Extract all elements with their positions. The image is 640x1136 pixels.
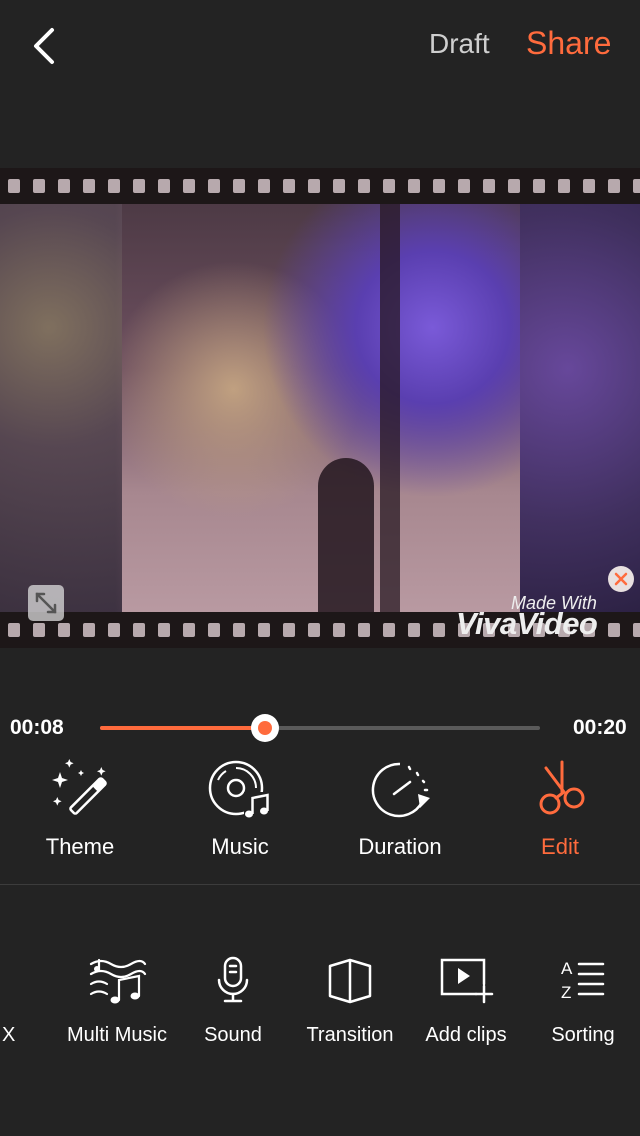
film-hole xyxy=(158,623,170,637)
film-hole xyxy=(208,179,220,193)
film-hole xyxy=(533,179,545,193)
tab-edit[interactable]: Edit xyxy=(480,758,640,868)
timeline-slider[interactable] xyxy=(100,714,540,742)
film-hole xyxy=(58,623,70,637)
expand-icon xyxy=(35,592,57,614)
remove-watermark-button[interactable] xyxy=(608,566,634,592)
current-time: 00:08 xyxy=(10,716,64,739)
film-hole xyxy=(183,623,195,637)
film-hole xyxy=(583,179,595,193)
tab-duration-label: Duration xyxy=(358,834,442,859)
multi-music-icon xyxy=(89,958,147,1004)
blurred-background-left xyxy=(0,204,122,616)
svg-text:Z: Z xyxy=(561,983,571,1002)
film-hole xyxy=(358,179,370,193)
film-hole xyxy=(383,179,395,193)
film-hole xyxy=(358,623,370,637)
draft-button[interactable]: Draft xyxy=(429,28,490,60)
film-hole xyxy=(108,623,120,637)
watermark-brand: VivaVideo xyxy=(456,606,598,641)
film-hole xyxy=(83,179,95,193)
film-hole xyxy=(8,623,20,637)
film-hole xyxy=(633,623,640,637)
back-button[interactable] xyxy=(28,26,64,66)
tab-theme[interactable]: Theme xyxy=(0,758,160,868)
transition-icon xyxy=(328,958,372,1004)
tool-sorting[interactable]: A Z Sorting xyxy=(525,956,640,1056)
film-hole xyxy=(183,179,195,193)
film-hole xyxy=(458,179,470,193)
film-hole xyxy=(383,623,395,637)
film-hole xyxy=(283,179,295,193)
tool-add-clips[interactable]: Add clips xyxy=(408,956,524,1056)
film-hole xyxy=(308,179,320,193)
tab-theme-label: Theme xyxy=(45,834,115,859)
film-hole xyxy=(133,179,145,193)
tool-x[interactable]: X xyxy=(0,956,58,1056)
film-hole xyxy=(608,179,620,193)
magic-wand-icon xyxy=(52,759,107,815)
blurred-background-right xyxy=(520,204,640,616)
tool-transition-label: Transition xyxy=(306,1024,394,1046)
tool-transition[interactable]: Transition xyxy=(292,956,408,1056)
film-hole xyxy=(283,623,295,637)
fullscreen-button[interactable] xyxy=(28,585,64,621)
svg-text:A: A xyxy=(561,959,573,978)
tab-music-label: Music xyxy=(211,834,269,859)
film-hole xyxy=(333,623,345,637)
tool-sound-label: Sound xyxy=(204,1024,262,1046)
close-icon xyxy=(0,956,24,1004)
film-hole xyxy=(308,623,320,637)
close-icon xyxy=(614,572,628,586)
film-hole xyxy=(33,179,45,193)
film-hole xyxy=(8,179,20,193)
film-hole xyxy=(208,623,220,637)
tool-add-clips-label: Add clips xyxy=(425,1024,507,1046)
film-hole xyxy=(83,623,95,637)
film-hole xyxy=(608,623,620,637)
film-hole xyxy=(258,623,270,637)
film-hole xyxy=(408,179,420,193)
timeline-handle[interactable] xyxy=(251,714,280,742)
film-hole xyxy=(408,623,420,637)
microphone-icon xyxy=(217,956,249,1003)
video-preview[interactable] xyxy=(0,168,640,648)
film-hole xyxy=(233,623,245,637)
film-hole xyxy=(158,179,170,193)
film-hole xyxy=(108,179,120,193)
tool-x-label: X xyxy=(2,1024,16,1046)
film-hole xyxy=(433,179,445,193)
film-strip-top xyxy=(0,168,640,204)
film-hole xyxy=(258,179,270,193)
share-button[interactable]: Share xyxy=(526,25,611,62)
film-hole xyxy=(58,179,70,193)
film-hole xyxy=(433,623,445,637)
tool-multi-music[interactable]: Multi Music xyxy=(59,956,175,1056)
chevron-left-icon xyxy=(34,28,54,64)
film-hole xyxy=(633,179,640,193)
divider xyxy=(0,884,640,885)
scissors-icon xyxy=(539,760,585,815)
film-hole xyxy=(33,623,45,637)
film-hole xyxy=(558,179,570,193)
film-hole xyxy=(333,179,345,193)
film-hole xyxy=(233,179,245,193)
total-time: 00:20 xyxy=(573,716,627,739)
tab-duration[interactable]: Duration xyxy=(320,758,480,868)
film-hole xyxy=(508,179,520,193)
tab-music[interactable]: Music xyxy=(160,758,320,868)
scene-person xyxy=(318,458,374,618)
music-disc-icon xyxy=(208,760,270,820)
timer-icon xyxy=(371,762,430,818)
scene-lamppost xyxy=(380,204,400,616)
tool-sound[interactable]: Sound xyxy=(175,956,291,1056)
tool-sorting-label: Sorting xyxy=(551,1024,615,1046)
film-hole xyxy=(483,179,495,193)
film-hole xyxy=(133,623,145,637)
sort-az-icon: A Z xyxy=(561,959,605,1002)
tool-multi-music-label: Multi Music xyxy=(66,1024,167,1046)
tab-edit-label: Edit xyxy=(541,834,579,859)
timeline-progress xyxy=(100,726,266,730)
add-clip-icon xyxy=(440,958,494,1004)
